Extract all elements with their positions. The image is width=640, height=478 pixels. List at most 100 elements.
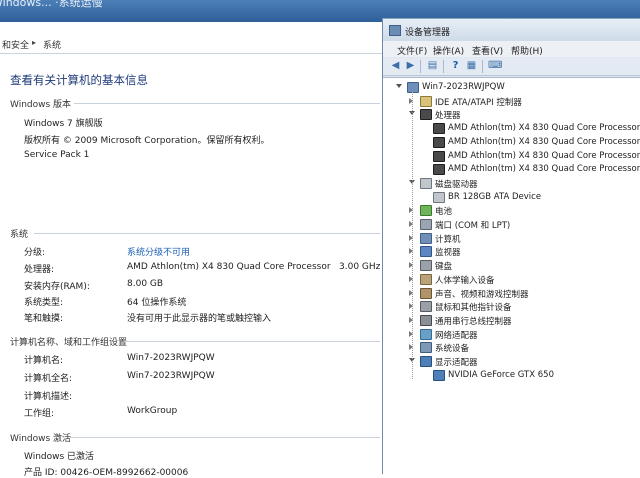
section-divider <box>34 233 380 234</box>
scan-icon[interactable]: ▦ <box>465 60 478 72</box>
tree-category[interactable]: 计算机 <box>383 232 640 245</box>
tree-category[interactable]: 显示适配器 <box>383 355 640 368</box>
toolbar-separator <box>420 60 421 73</box>
menu-help[interactable]: 帮助(H) <box>511 44 543 57</box>
toolbar: ◀ ▶ ▤ ? ▦ ⌨ <box>383 58 640 76</box>
back-icon[interactable]: ◀ <box>389 60 402 72</box>
tree-node-label: IDE ATA/ATAPI 控制器 <box>435 97 522 108</box>
full-computer-name-label: 计算机全名: <box>24 374 73 384</box>
properties-icon[interactable]: ▤ <box>426 60 439 72</box>
computer-name-label: 计算机名: <box>24 356 64 366</box>
tree-device[interactable]: BR 128GB ATA Device <box>383 191 640 204</box>
page-title: 查看有关计算机的基本信息 <box>10 73 148 87</box>
tree-category[interactable]: IDE ATA/ATAPI 控制器 <box>383 95 640 108</box>
forward-icon[interactable]: ▶ <box>404 60 417 72</box>
tree-category[interactable]: 鼠标和其他指针设备 <box>383 300 640 313</box>
pen-touch-label: 笔和触摸: <box>24 314 64 324</box>
tree-device[interactable]: AMD Athlon(tm) X4 830 Quad Core Processo… <box>383 150 640 163</box>
cpu-device-icon <box>433 164 445 176</box>
ide-device-icon <box>420 95 432 107</box>
processor-value: AMD Athlon(tm) X4 830 Quad Core Processo… <box>127 262 331 272</box>
display-device-icon <box>433 369 445 381</box>
tree-node-label: 鼠标和其他指针设备 <box>435 303 512 314</box>
device-manager-title: 设备管理器 <box>405 28 451 38</box>
disk-device-icon <box>420 177 432 189</box>
computer-name-value: Win7-2023RWJPQW <box>127 353 215 363</box>
net-device-icon <box>420 328 432 340</box>
tree-device[interactable]: AMD Athlon(tm) X4 830 Quad Core Processo… <box>383 136 640 149</box>
tree-category[interactable]: 网络适配器 <box>383 328 640 341</box>
system-titlebar-text: Windows... ·系统运慢 <box>0 0 103 9</box>
display-device-icon <box>420 356 432 367</box>
tree-node-label: 计算机 <box>435 234 461 245</box>
workgroup-label: 工作组: <box>24 409 55 419</box>
tree-category[interactable]: 监视器 <box>383 245 640 258</box>
address-bar[interactable]: 和安全 ▸ 系统 <box>0 33 382 54</box>
rating-link[interactable]: 系统分级不可用 <box>127 245 190 258</box>
tree-node-label: 处理器 <box>435 111 461 122</box>
device-manager-icon <box>389 25 401 36</box>
section-divider <box>124 341 380 342</box>
tree-node-label: 端口 (COM 和 LPT) <box>435 221 511 231</box>
menu-action[interactable]: 操作(A) <box>433 44 464 57</box>
tree-category[interactable]: 磁盘驱动器 <box>383 177 640 190</box>
computer-icon[interactable]: ⌨ <box>488 60 502 72</box>
device-manager-titlebar[interactable]: 设备管理器 <box>383 19 640 41</box>
tree-node-label: AMD Athlon(tm) X4 830 Quad Core Processo… <box>448 150 640 161</box>
breadcrumb-system[interactable]: 系统 <box>43 38 61 51</box>
tree-node-label: 电池 <box>435 207 453 218</box>
port-device-icon <box>420 219 432 230</box>
pen-touch-value: 没有可用于此显示器的笔或触控输入 <box>127 314 272 324</box>
tree-guide-line <box>412 92 413 380</box>
tree-category[interactable]: 人体学输入设备 <box>383 273 640 286</box>
tree-node-label: AMD Athlon(tm) X4 830 Quad Core Processo… <box>448 136 640 147</box>
tree-node-label: 系统设备 <box>435 344 470 355</box>
breadcrumb-separator-icon[interactable]: ▸ <box>32 38 36 47</box>
disk-device-icon <box>433 191 445 203</box>
computer-device-icon <box>420 232 432 244</box>
tree-node-label: Win7-2023RWJPQW <box>422 82 505 92</box>
hid-device-icon <box>420 273 432 285</box>
tree-node-label: 人体学输入设备 <box>435 275 495 286</box>
system-heading: 系统 <box>10 230 29 240</box>
tree-category[interactable]: 系统设备 <box>383 341 640 354</box>
tree-node-label: 磁盘驱动器 <box>435 179 478 190</box>
tree-category[interactable]: 电池 <box>383 204 640 217</box>
processor-label: 处理器: <box>24 265 55 275</box>
system-type-label: 系统类型: <box>24 298 64 308</box>
cpu-device-icon <box>433 123 445 135</box>
full-computer-name-value: Win7-2023RWJPQW <box>127 371 215 381</box>
tree-device[interactable]: AMD Athlon(tm) X4 830 Quad Core Processo… <box>383 163 640 176</box>
cpu-device-icon <box>433 150 445 162</box>
activation-status: Windows 已激活 <box>24 452 95 462</box>
tree-node-label: 通用串行总线控制器 <box>435 316 512 327</box>
help-icon[interactable]: ? <box>449 60 462 72</box>
tree-category[interactable]: 声音、视频和游戏控制器 <box>383 287 640 300</box>
menu-view[interactable]: 查看(V) <box>472 44 503 57</box>
tree-category[interactable]: 键盘 <box>383 259 640 272</box>
activation-heading: Windows 激活 <box>10 434 72 444</box>
tree-root-computer[interactable]: Win7-2023RWJPQW <box>383 81 640 94</box>
tree-category[interactable]: 通用串行总线控制器 <box>383 314 640 327</box>
section-divider <box>74 103 380 104</box>
sys-device-icon <box>420 342 432 354</box>
service-pack: Service Pack 1 <box>24 150 90 160</box>
device-tree: Win7-2023RWJPQW IDE ATA/ATAPI 控制器 处理器 AMD A… <box>383 77 640 475</box>
tree-node-label: AMD Athlon(tm) X4 830 Quad Core Processo… <box>448 164 640 175</box>
mouse-device-icon <box>420 301 432 313</box>
cpu-device-icon <box>420 109 432 121</box>
sound-device-icon <box>420 287 432 299</box>
toolbar-separator <box>443 60 444 73</box>
workgroup-value: WorkGroup <box>127 406 178 416</box>
tree-category[interactable]: 处理器 <box>383 108 640 121</box>
menu-file[interactable]: 文件(F) <box>397 44 427 57</box>
tree-device[interactable]: NVIDIA GeForce GTX 650 <box>383 369 640 382</box>
windows-edition-heading: Windows 版本 <box>10 100 72 110</box>
rating-label: 分级: <box>24 248 46 258</box>
expanded-arrow-icon[interactable] <box>396 84 402 88</box>
computer-device-icon <box>407 82 419 93</box>
tree-device[interactable]: AMD Athlon(tm) X4 830 Quad Core Processo… <box>383 122 640 135</box>
breadcrumb-security[interactable]: 和安全 <box>2 38 29 51</box>
tree-category[interactable]: 端口 (COM 和 LPT) <box>383 218 640 231</box>
kbd-device-icon <box>420 260 432 272</box>
